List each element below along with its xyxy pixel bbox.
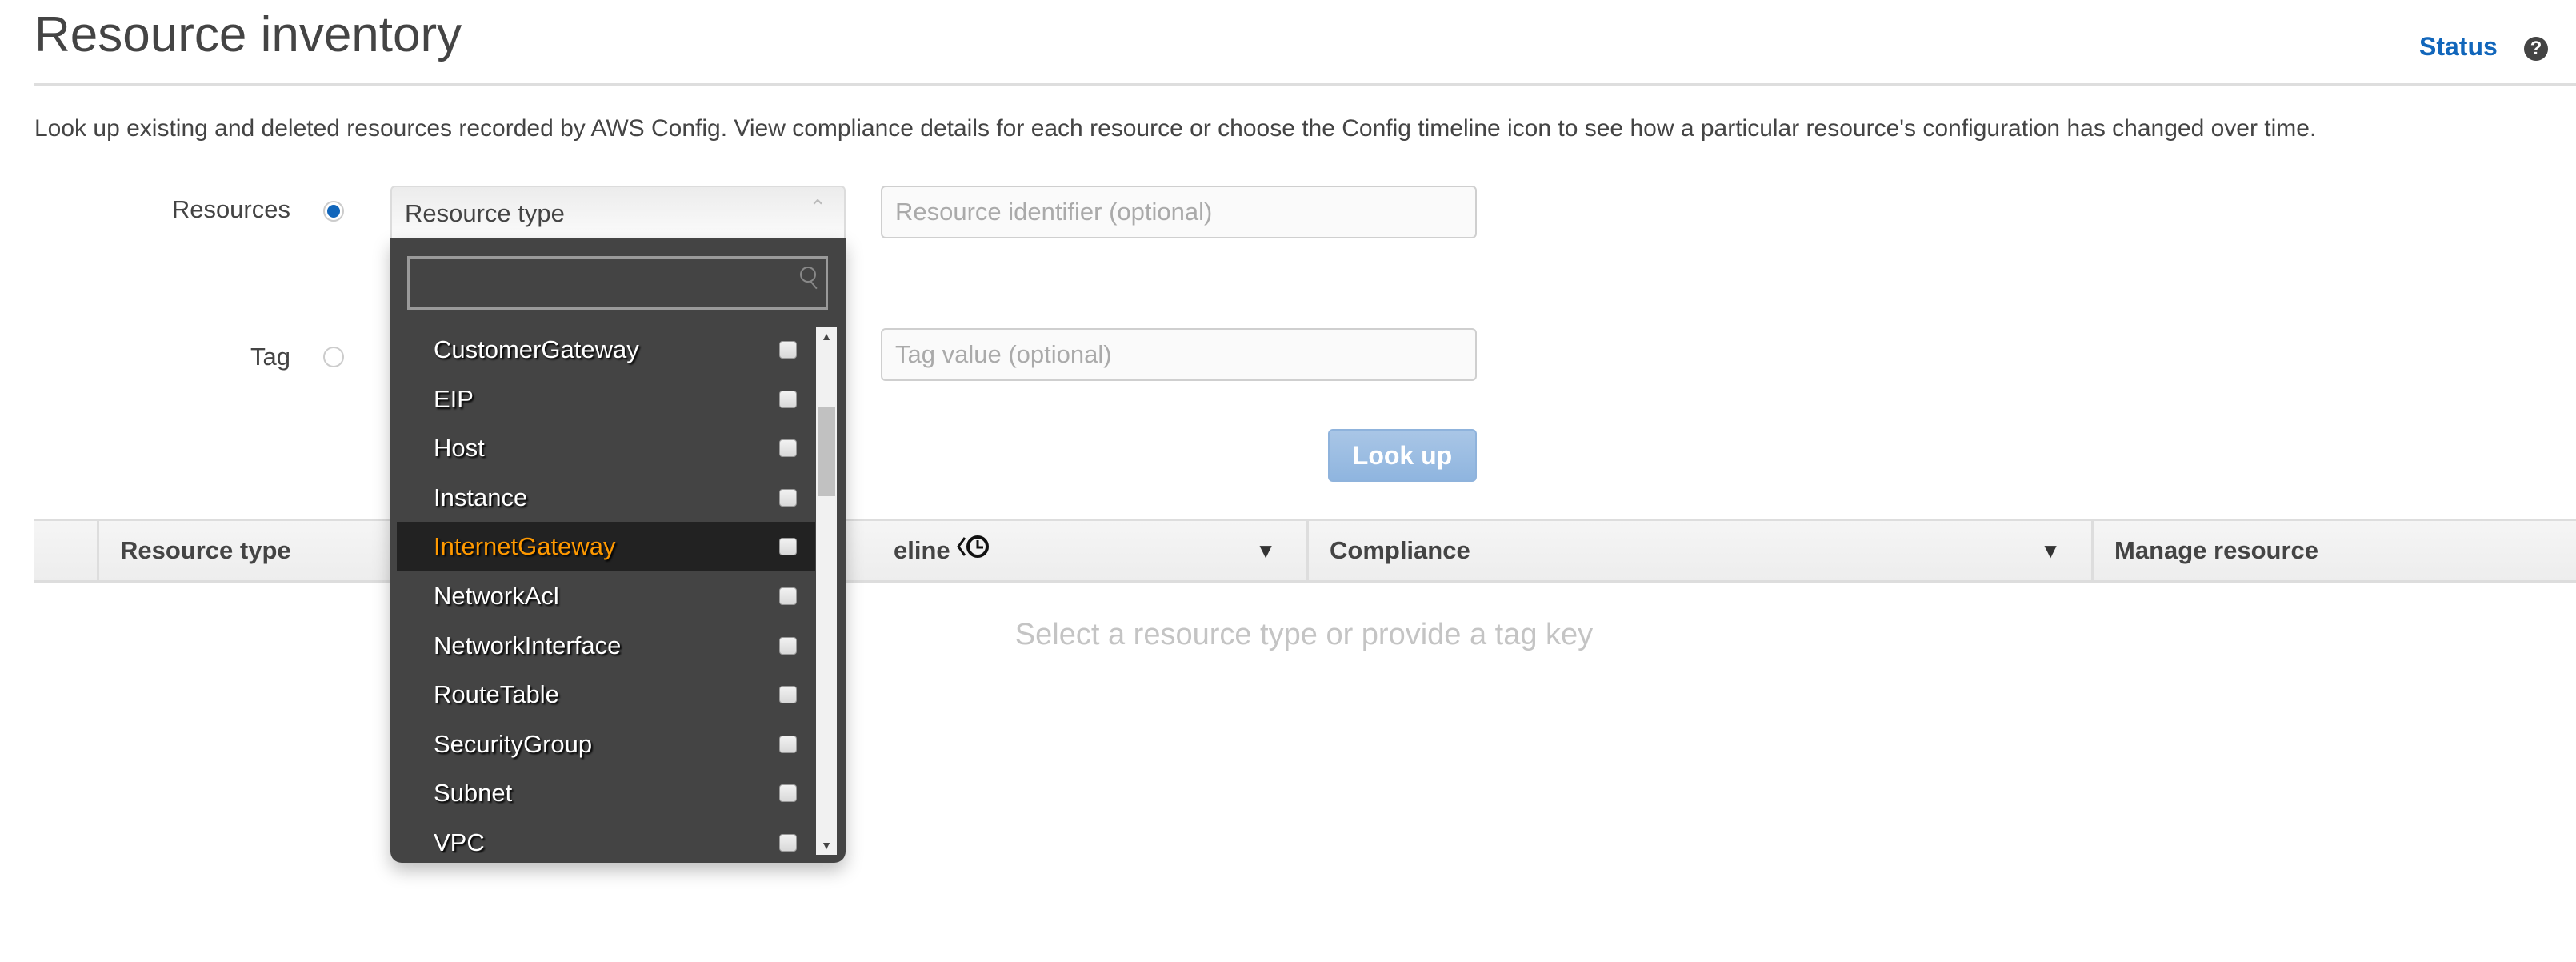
column-config-timeline-label: eline [894,536,950,564]
dropdown-item-label: InternetGateway [434,532,616,561]
dropdown-item[interactable]: EIP [397,375,815,424]
dropdown-item-checkbox[interactable] [779,390,797,408]
dropdown-item-label: NetworkAcl [434,581,559,610]
dropdown-item-checkbox[interactable] [779,833,797,852]
dropdown-item-checkbox[interactable] [779,686,797,704]
column-resource-type-label: Resource type [120,536,291,564]
dropdown-scrollbar[interactable]: ▲ ▼ [816,327,837,855]
dropdown-item-highlighted[interactable]: InternetGateway [397,522,815,571]
scroll-down-arrow-icon[interactable]: ▼ [816,839,837,852]
tag-radio[interactable] [323,347,344,367]
dropdown-item[interactable]: Host [397,423,815,473]
lookup-button[interactable]: Look up [1328,429,1477,482]
column-manage-resource: Manage resource [2091,521,2576,580]
dropdown-item-checkbox[interactable] [779,538,797,556]
title-divider [34,83,2576,86]
search-icon [800,267,816,283]
column-manage-resource-label: Manage resource [2114,536,2318,564]
status-link[interactable]: Status [2419,32,2498,62]
dropdown-item[interactable]: Subnet [397,768,815,818]
dropdown-item[interactable]: SecurityGroup [397,719,815,769]
dropdown-list: CustomerGateway EIP Host Instance Intern… [397,325,815,853]
dropdown-item[interactable]: RouteTable [397,670,815,719]
dropdown-item-label: EIP [434,384,474,413]
dropdown-item-checkbox[interactable] [779,784,797,803]
resource-type-select-label: Resource type [405,199,565,227]
tag-value-input[interactable] [881,328,1477,381]
dropdown-item[interactable]: NetworkAcl [397,571,815,621]
dropdown-item-label: RouteTable [434,680,559,709]
sort-down-icon[interactable]: ▼ [2040,521,2061,580]
dropdown-item-label: Instance [434,483,528,511]
dropdown-item-label: CustomerGateway [434,335,639,363]
column-config-timeline[interactable]: eline ▼ [873,521,1306,580]
sort-down-icon[interactable]: ▼ [1255,521,1276,580]
dropdown-item-label: NetworkInterface [434,631,622,659]
column-compliance[interactable]: Compliance ▼ [1306,521,2091,580]
select-all-column[interactable] [34,521,97,580]
chevron-up-icon: ⌃ [809,195,826,219]
column-compliance-label: Compliance [1330,536,1470,564]
scrollbar-thumb[interactable] [818,407,835,496]
resources-radio[interactable] [323,201,344,222]
dropdown-item-checkbox[interactable] [779,341,797,359]
dropdown-item-checkbox[interactable] [779,439,797,458]
dropdown-item[interactable]: VPC [397,818,815,853]
dropdown-item-label: VPC [434,828,485,853]
dropdown-item-checkbox[interactable] [779,735,797,753]
page-title: Resource inventory [34,7,462,62]
help-icon[interactable]: ? [2524,37,2548,61]
dropdown-item-label: SecurityGroup [434,729,593,758]
dropdown-item-label: Host [434,434,485,463]
dropdown-item-checkbox[interactable] [779,488,797,507]
empty-table-message: Select a resource type or provide a tag … [1014,618,1594,651]
dropdown-search-input[interactable] [407,256,828,310]
dropdown-item[interactable]: Instance [397,473,815,523]
config-timeline-icon [955,523,994,582]
resource-type-dropdown: CustomerGateway EIP Host Instance Intern… [390,238,846,863]
tag-label: Tag [250,343,290,371]
resource-identifier-input[interactable] [881,186,1477,238]
dropdown-item[interactable]: CustomerGateway [397,325,815,375]
dropdown-item-label: Subnet [434,779,513,808]
page-description: Look up existing and deleted resources r… [34,115,2317,142]
dropdown-item-checkbox[interactable] [779,636,797,655]
resources-label: Resources [171,195,290,223]
scroll-up-arrow-icon[interactable]: ▲ [816,330,837,343]
dropdown-item-checkbox[interactable] [779,587,797,605]
dropdown-item[interactable]: NetworkInterface [397,621,815,671]
resource-type-select[interactable]: Resource type ⌃ [390,186,846,238]
